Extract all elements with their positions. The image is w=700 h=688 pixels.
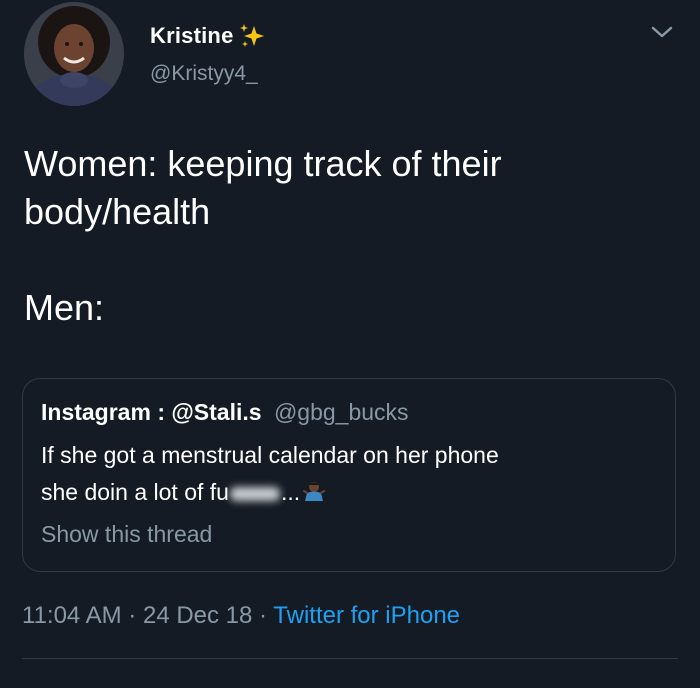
tweet-text-line: body/health [24, 191, 211, 232]
censor-blur [229, 486, 280, 501]
show-thread-link[interactable]: Show this thread [41, 521, 212, 548]
author-name-row[interactable]: Kristine [150, 22, 266, 50]
quoted-text-prefix: she doin a lot of fu [41, 479, 229, 505]
tweet-time[interactable]: 11:04 AM [22, 602, 122, 629]
quoted-tweet-body: If she got a menstrual calendar on her p… [41, 437, 661, 511]
meta-separator: · [259, 602, 268, 629]
quoted-author-name: Instagram : @Stali.s [41, 399, 262, 425]
quoted-tweet-header: Instagram : @Stali.s @gbg_bucks [41, 399, 409, 426]
tweet-date[interactable]: 24 Dec 18 [143, 602, 252, 629]
author-handle[interactable]: @Kristyy4_ [150, 62, 258, 86]
quoted-text-line: If she got a menstrual calendar on her p… [41, 442, 499, 468]
tweet-text-line: Women: keeping track of their [24, 143, 502, 184]
quoted-tweet[interactable]: Instagram : @Stali.s @gbg_bucks If she g… [22, 378, 676, 572]
quoted-text-suffix: ... [280, 479, 301, 505]
tweet-text-line: Men: [24, 287, 105, 328]
quoted-author-handle: @gbg_bucks [273, 399, 409, 425]
sparkles-icon [238, 22, 266, 50]
divider [22, 658, 678, 659]
tweet-text: Women: keeping track of their body/healt… [24, 140, 664, 332]
author-display-name[interactable]: Kristine [150, 23, 234, 49]
tweet-text-spacer [24, 236, 664, 284]
tweet-card: Kristine @Kristyy4_ Women: keeping track… [0, 0, 700, 688]
chevron-down-icon[interactable] [650, 22, 674, 42]
tweet-source-link[interactable]: Twitter for iPhone [273, 602, 460, 629]
tweet-meta: 11:04 AM · 24 Dec 18 · Twitter for iPhon… [22, 602, 460, 630]
quoted-text-line: she doin a lot of fu... [41, 474, 661, 511]
meta-separator: · [128, 602, 137, 629]
man-shrugging-emoji-icon [302, 477, 326, 501]
avatar[interactable] [24, 2, 124, 106]
